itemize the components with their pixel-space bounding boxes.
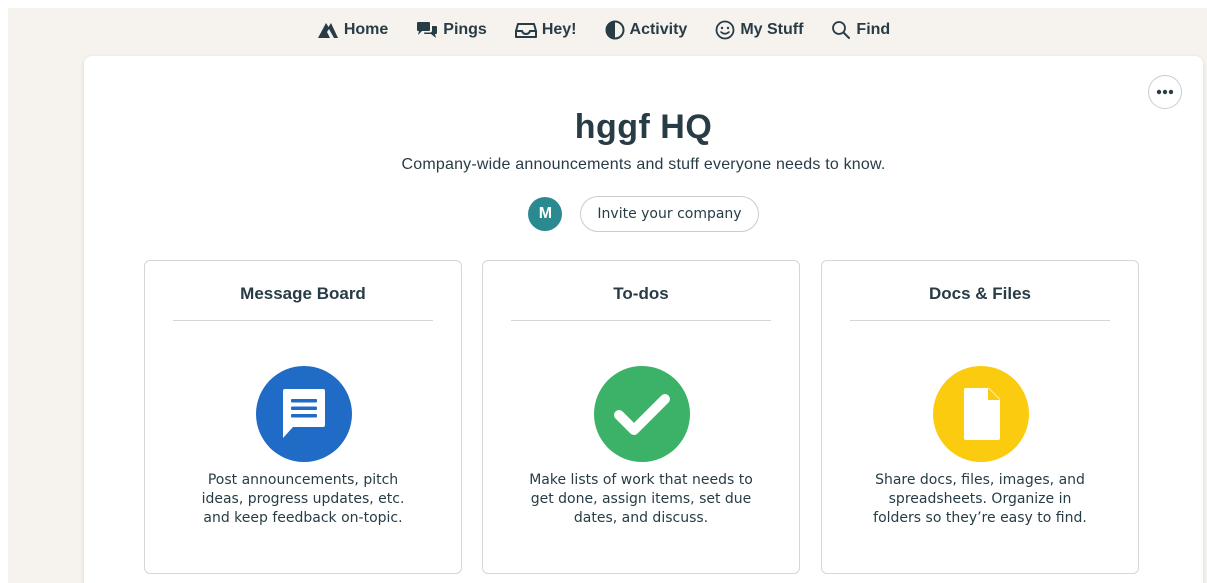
half-circle-icon: [605, 20, 625, 40]
tool-description-line: get done, assign items, set due: [530, 491, 752, 507]
tool-card-docs-files[interactable]: Docs & Files Share docs, files, images, …: [821, 260, 1139, 574]
smiley-face-icon: [715, 20, 735, 40]
nav-pings-label: Pings: [443, 21, 487, 38]
invite-company-button[interactable]: Invite your company: [580, 196, 759, 232]
tool-description-line: dates, and discuss.: [573, 510, 709, 526]
tool-card-todos[interactable]: To-dos Make lists of work that needs to …: [482, 260, 800, 574]
inbox-tray-icon: [514, 23, 537, 38]
tool-description-line: folders so they’re easy to find.: [873, 510, 1087, 526]
app-window: Home Pings Hey! Activity My Stuff Find h…: [0, 0, 1207, 583]
project-title[interactable]: hggf HQ: [84, 108, 1203, 147]
tool-description: Post announcements, pitch ideas, progres…: [167, 471, 439, 528]
magnifier-icon: [832, 21, 851, 39]
basecamp-mountain-icon: [317, 23, 338, 38]
nav-find-label: Find: [856, 21, 891, 38]
nav-pings[interactable]: Pings: [402, 8, 501, 52]
checkmark-icon: [594, 366, 690, 462]
tool-description: Make lists of work that needs to get don…: [505, 471, 777, 528]
top-navigation: Home Pings Hey! Activity My Stuff Find: [0, 8, 1207, 52]
chat-bubbles-icon: [417, 22, 438, 38]
tool-description-line: and keep feedback on-topic.: [203, 510, 403, 526]
nav-home[interactable]: Home: [303, 8, 402, 52]
avatar[interactable]: M: [528, 197, 563, 231]
document-icon: [933, 366, 1029, 462]
tool-description-line: Make lists of work that needs to: [529, 472, 753, 488]
tool-description-line: Post announcements, pitch: [207, 472, 399, 488]
nav-home-label: Home: [343, 21, 389, 38]
nav-my-stuff[interactable]: My Stuff: [701, 8, 817, 52]
nav-find[interactable]: Find: [817, 8, 904, 52]
tool-description-line: ideas, progress updates, etc.: [201, 491, 405, 507]
project-card: hggf HQ Company-wide announcements and s…: [84, 56, 1203, 583]
project-people: M Invite your company: [84, 196, 1203, 232]
tool-title: Message Board: [173, 284, 433, 321]
nav-activity-label: Activity: [629, 21, 688, 38]
nav-activity[interactable]: Activity: [591, 8, 702, 52]
tool-description: Share docs, files, images, and spreadshe…: [844, 471, 1116, 528]
project-description: Company-wide announcements and stuff eve…: [401, 156, 886, 173]
tool-title: To-dos: [511, 284, 771, 321]
tool-description-line: Share docs, files, images, and: [875, 472, 1085, 488]
project-options-button[interactable]: [1148, 75, 1182, 109]
tool-title: Docs & Files: [850, 284, 1110, 321]
message-board-icon: [256, 366, 352, 462]
tool-description-line: spreadsheets. Organize in: [888, 491, 1072, 507]
nav-hey[interactable]: Hey!: [501, 8, 591, 52]
ellipsis-icon: [1156, 89, 1174, 95]
tool-card-message-board[interactable]: Message Board Post announcements, pitch …: [144, 260, 462, 574]
nav-my-stuff-label: My Stuff: [740, 21, 804, 38]
nav-hey-label: Hey!: [541, 21, 577, 38]
